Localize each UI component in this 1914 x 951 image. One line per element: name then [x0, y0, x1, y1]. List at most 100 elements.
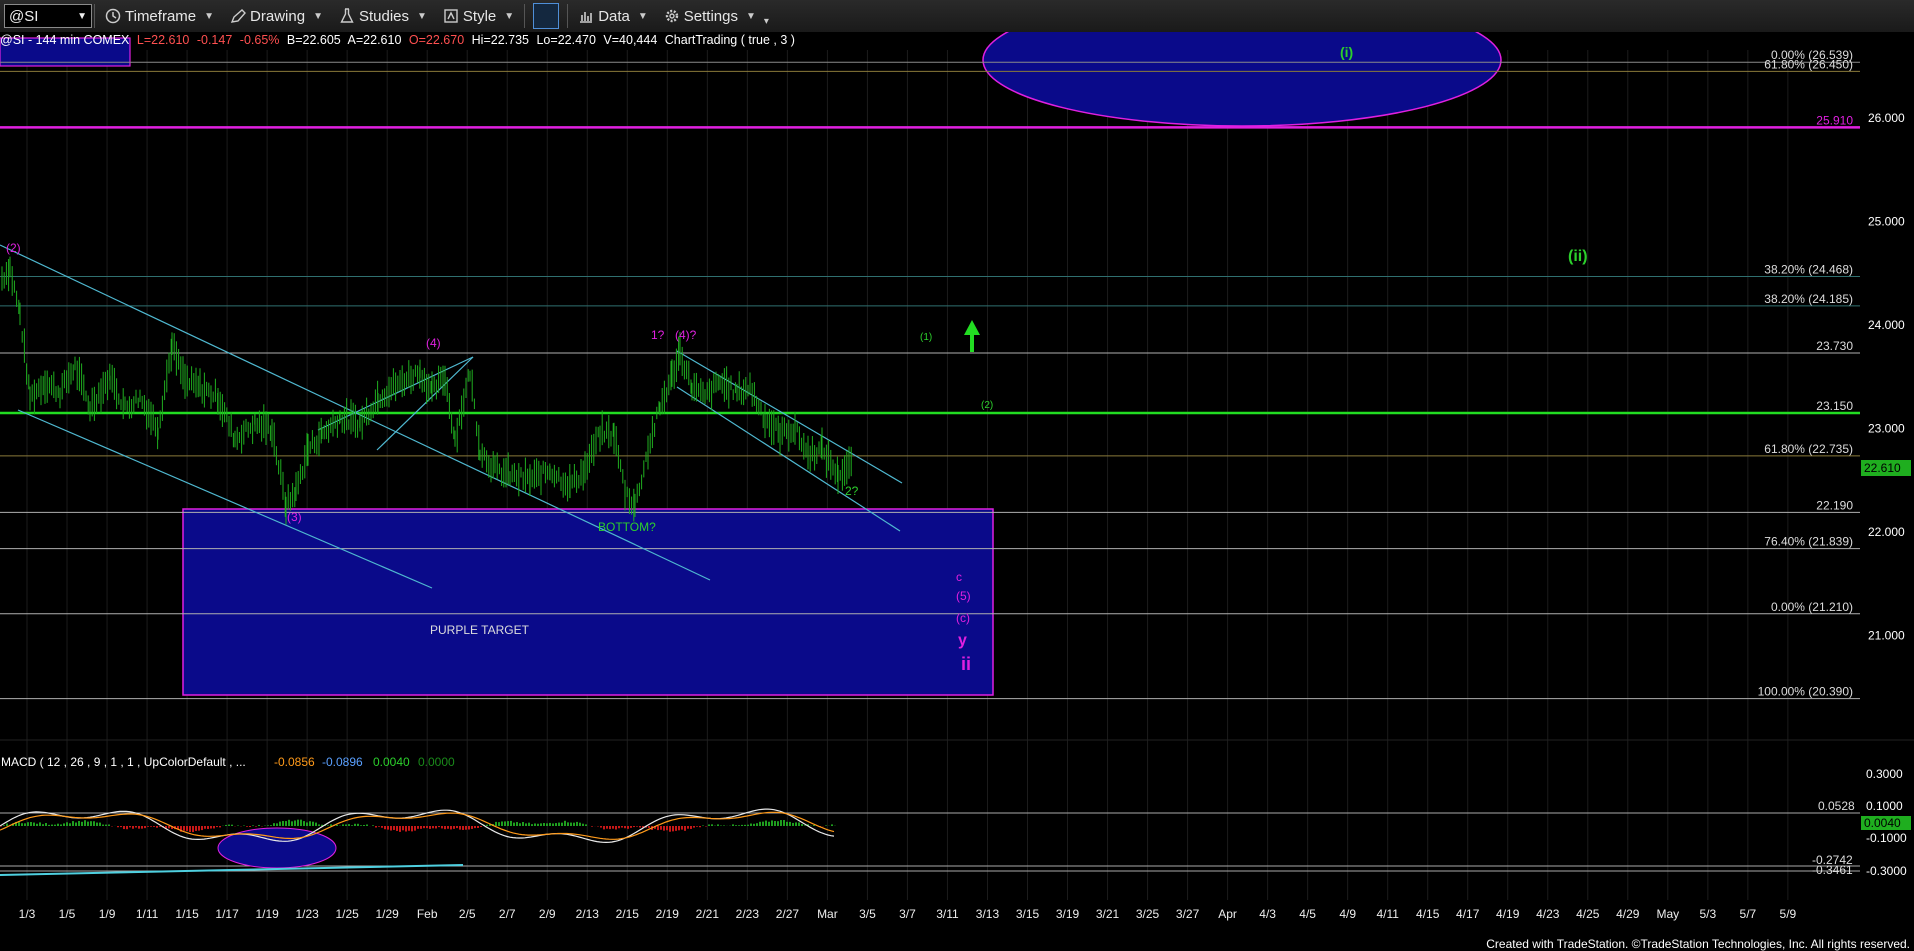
date-axis-label: 2/23	[736, 907, 760, 921]
macd-bar	[792, 822, 794, 826]
macd-bar	[774, 821, 776, 826]
macd-bar	[609, 826, 611, 830]
macd-bar	[36, 823, 38, 826]
data-label: Data	[598, 7, 630, 25]
wave-c-paren-label: (c)	[956, 611, 970, 625]
macd-bar	[621, 826, 623, 828]
macd-bar	[288, 819, 290, 826]
macd-bar	[543, 823, 545, 826]
chevron-down-icon[interactable]: ▼	[77, 11, 87, 22]
timeframe-button[interactable]: Timeframe ▼	[97, 2, 222, 30]
studies-button[interactable]: Studies ▼	[331, 2, 435, 30]
macd-bar	[33, 822, 35, 826]
macd-bar	[414, 826, 416, 831]
macd-bar	[51, 824, 53, 826]
style-button[interactable]: Style ▼	[435, 2, 522, 30]
macd-bar	[573, 822, 575, 826]
macd-bar	[93, 821, 95, 826]
settings-label: Settings	[683, 7, 738, 25]
macd-bar	[750, 823, 752, 826]
macd-bar	[522, 822, 524, 826]
level-label: 23.730	[1816, 339, 1853, 353]
macd-bar	[504, 821, 506, 826]
settings-button[interactable]: Settings ▼ ▾	[656, 2, 777, 30]
macd-bar	[147, 826, 149, 827]
macd-bar	[447, 826, 449, 829]
macd-value-3: 0.0040	[373, 755, 410, 769]
macd-bar	[6, 823, 8, 826]
macd-bar	[741, 824, 743, 826]
level-label: 38.20% (24.185)	[1764, 292, 1853, 306]
wave-4q-label: (4)?	[675, 328, 697, 342]
chart-area[interactable]: 0.00% (26.539)61.80% (26.450)25.91038.20…	[0, 32, 1914, 932]
macd-bar	[198, 826, 200, 831]
date-axis-label: 3/7	[899, 907, 916, 921]
macd-bar	[81, 821, 83, 826]
macd-bar	[366, 824, 368, 826]
macd-bar	[528, 822, 530, 826]
open-price: O=22.670	[408, 33, 465, 47]
data-button[interactable]: Data ▼	[570, 2, 656, 30]
macd-bar	[141, 826, 143, 829]
macd-bar	[666, 826, 668, 831]
symbol-input[interactable]: @SI ▼	[4, 4, 92, 28]
date-axis-label: 3/5	[859, 907, 876, 921]
macd-bar	[246, 826, 248, 827]
date-axis-label: 2/7	[499, 907, 516, 921]
ask-price: A=22.610	[347, 33, 402, 47]
style-label: Style	[462, 7, 497, 25]
date-axis-label: 4/23	[1536, 907, 1560, 921]
macd-bar	[216, 826, 218, 828]
toolbar: @SI ▼ Timeframe ▼ Drawing ▼ Studies ▼ Style…	[0, 0, 1914, 33]
macd-bar	[78, 820, 80, 826]
chevron-down-icon: ▼	[417, 10, 427, 22]
macd-value-4: 0.0000	[418, 755, 455, 769]
date-axis-label: 2/13	[576, 907, 600, 921]
bid-price: B=22.605	[286, 33, 341, 47]
macd-bar	[282, 821, 284, 826]
macd-bar	[456, 826, 458, 829]
symbol-value: @SI	[9, 7, 39, 25]
macd-bar	[54, 824, 56, 826]
macd-bar	[132, 826, 134, 829]
macd-bar	[753, 823, 755, 826]
date-axis-label: 4/5	[1299, 907, 1316, 921]
wave-3-label: (3)	[287, 510, 302, 524]
macd-bar	[768, 821, 770, 826]
macd-bar	[186, 826, 188, 831]
level-label: 100.00% (20.390)	[1758, 685, 1853, 699]
chevron-down-icon: ▼	[745, 10, 756, 22]
macd-bar	[39, 822, 41, 826]
macd-axis-label: 0.3000	[1866, 767, 1903, 781]
macd-bar	[771, 820, 773, 826]
macd-bar	[513, 822, 515, 826]
net-change: -0.147	[196, 33, 233, 47]
macd-bar	[138, 826, 140, 829]
macd-bar	[618, 826, 620, 829]
drawing-button[interactable]: Drawing ▼	[222, 2, 331, 30]
macd-axis-label: 0.1000	[1866, 799, 1903, 813]
macd-bar	[357, 823, 359, 826]
macd-bar	[270, 825, 272, 826]
date-axis-label: 4/17	[1456, 907, 1480, 921]
chevron-down-icon: ▼	[637, 10, 648, 22]
macd-bar	[297, 819, 299, 826]
macd-bar	[396, 826, 398, 831]
macd-bar	[108, 824, 110, 826]
date-axis-label: 3/11	[936, 907, 959, 921]
macd-bar	[681, 826, 683, 830]
macd-bar	[534, 823, 536, 826]
macd-bar	[801, 824, 803, 826]
macd-bar	[639, 826, 641, 828]
date-axis-label: 1/29	[376, 907, 400, 921]
date-axis-label: 5/3	[1699, 907, 1716, 921]
macd-bar	[498, 822, 500, 826]
clock-icon	[105, 8, 121, 24]
layout-toggle-button[interactable]	[533, 3, 560, 29]
date-axis-label: 3/25	[1136, 907, 1160, 921]
macd-bar	[303, 821, 305, 826]
macd-bar	[786, 821, 788, 826]
macd-bar	[657, 826, 659, 831]
price-axis-label: 22.000	[1868, 525, 1905, 539]
last-price: L=22.610	[136, 33, 190, 47]
